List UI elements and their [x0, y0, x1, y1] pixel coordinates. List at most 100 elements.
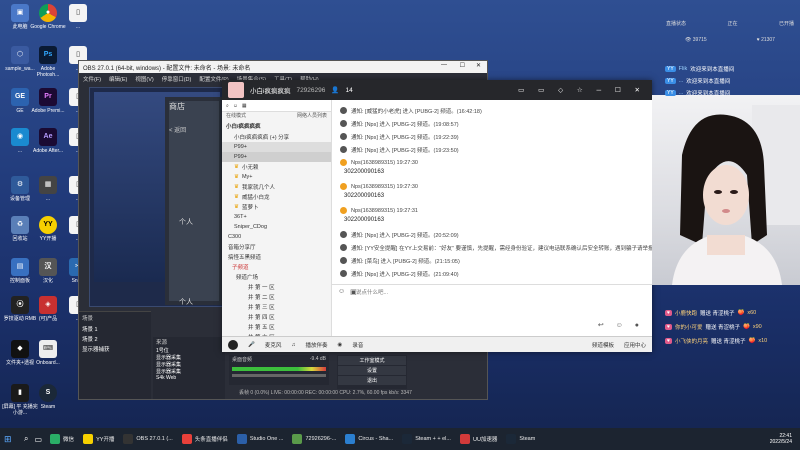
- exit-button[interactable]: 退出: [338, 376, 406, 385]
- source-item[interactable]: S4k Web: [153, 375, 225, 381]
- taskbar-app[interactable]: 头条直播伴侣: [180, 430, 230, 448]
- room-row[interactable]: 井 第 一 区: [222, 282, 331, 292]
- taskbar-app[interactable]: Studio One ...: [235, 430, 286, 448]
- member-row[interactable]: Sniper_CDog: [222, 222, 331, 232]
- room-row[interactable]: 井 第 二 区: [222, 292, 331, 302]
- taskbar-app[interactable]: UU加速器: [458, 430, 499, 448]
- taskbar-app[interactable]: OBS 27.0.1 (...: [121, 430, 174, 448]
- header-icons[interactable]: ▭ ▭ ◇ ☆ ─ ☐ ✕: [518, 86, 646, 94]
- room-row[interactable]: 井 第 三 区: [222, 302, 331, 312]
- room-row[interactable]: 井 第 五 区: [222, 322, 331, 332]
- member-row[interactable]: P99+: [222, 142, 331, 152]
- message-input[interactable]: [356, 288, 476, 298]
- channel-avatar: [228, 82, 244, 98]
- channel-template-button[interactable]: 频道模板: [592, 341, 614, 349]
- grid-icon[interactable]: ▦: [242, 103, 247, 109]
- message-row: 通知: [吐吐了个虹] 进入 [PUBG-2] 频道。(22:38:21): [340, 280, 644, 282]
- room-row[interactable]: 井 第 四 区: [222, 312, 331, 322]
- search-icon[interactable]: ⌕: [24, 434, 28, 444]
- room-name: 井 第 四 区: [248, 315, 275, 321]
- taskbar-app[interactable]: 微信: [48, 430, 76, 448]
- scene-item[interactable]: 场景 2: [79, 334, 151, 344]
- taskbar-app[interactable]: 72926296-...: [290, 430, 338, 448]
- online-mode-tab[interactable]: 在线模式: [226, 112, 246, 122]
- app-center-button[interactable]: 应用中心: [624, 341, 646, 349]
- menu-view[interactable]: 视图(V): [135, 75, 153, 83]
- obs-titlebar[interactable]: OBS 27.0.1 (64-bit, windows) - 配置文件: 未命名…: [79, 61, 487, 73]
- emoji-icon[interactable]: ☺: [338, 288, 345, 296]
- send-icons[interactable]: ↩ ☺ ●: [598, 321, 644, 329]
- close-icon[interactable]: ✕: [476, 62, 481, 69]
- member-row[interactable]: ♛ 威猛小白龙: [222, 192, 331, 202]
- message-list: 通知: [威猛的小老虎] 进入 [PUBG-2] 频道。(16:42:18) 通知…: [332, 100, 652, 282]
- gift-sender: 小飞侠的月亮: [674, 339, 708, 345]
- volume-slider[interactable]: [232, 374, 326, 377]
- back-link[interactable]: < 返回: [169, 125, 223, 135]
- channel-row[interactable]: C300: [222, 232, 331, 242]
- record-icon[interactable]: ◉: [338, 342, 343, 348]
- search-icon[interactable]: ⌕: [226, 103, 229, 109]
- taskbar-app-label: OBS 27.0.1 (...: [136, 436, 173, 442]
- scene-item[interactable]: 显示器捕获: [79, 344, 151, 354]
- member-row[interactable]: 36T+: [222, 212, 331, 222]
- taskbar-app-label: 微信: [63, 437, 75, 443]
- like-count: 21307: [761, 37, 775, 43]
- chat-text: 欢迎来到本直播间: [686, 79, 731, 85]
- member-row[interactable]: ♛ 我家就几个人: [222, 182, 331, 192]
- taskbar-app[interactable]: YY开播: [81, 430, 116, 448]
- group-name[interactable]: 小白i疯疯疯疯: [222, 122, 331, 132]
- source-item[interactable]: 显示器采集: [153, 354, 225, 361]
- channel-row[interactable]: 频道广场: [222, 272, 331, 282]
- message-row: 通知: [YY安全提醒] 在YY上交易前：“好友” 要谨慎，先提醒，需经身份验证…: [340, 241, 652, 254]
- taskbar-app[interactable]: Steam: [504, 430, 537, 448]
- record-button[interactable]: 录音: [352, 341, 363, 349]
- mic-icon[interactable]: 🎤: [248, 342, 255, 348]
- member-name: My+: [241, 174, 253, 180]
- member-row[interactable]: P99+: [222, 152, 331, 162]
- file-icon[interactable]: ▯...: [60, 4, 96, 30]
- source-item[interactable]: 1号位: [153, 347, 225, 354]
- music-icon[interactable]: ♫: [291, 342, 295, 348]
- clock[interactable]: 22:41 2022/5/24: [770, 433, 796, 445]
- gift-text: 赠送 青涩桃子: [710, 339, 746, 345]
- maximize-icon[interactable]: ☐: [460, 62, 465, 69]
- user-message-icon: [340, 159, 347, 166]
- user-message-icon: [340, 183, 347, 190]
- taskbar-app-label: Circus - Sha...: [358, 436, 394, 442]
- user-icon[interactable]: ☺: [233, 103, 238, 109]
- steam-icon[interactable]: S Steam: [30, 384, 66, 410]
- accompaniment-button[interactable]: 播放伴奏: [306, 341, 328, 349]
- taskbar-app[interactable]: Circus - Sha...: [343, 430, 395, 448]
- member-row[interactable]: ♛ My+: [222, 172, 331, 182]
- channel-row[interactable]: 搞怪五黑频道: [222, 252, 331, 262]
- onboard-icon[interactable]: ⌨ Onboard...: [30, 340, 66, 366]
- room-name: 井 第 五 区: [248, 325, 275, 331]
- studio-mode-button[interactable]: 工作室模式: [338, 356, 406, 365]
- crown-icon: ♛: [234, 204, 239, 210]
- start-button-icon[interactable]: ⊞: [4, 434, 18, 445]
- member-row[interactable]: 小白i疯疯疯疯 (+) 分享: [222, 132, 331, 142]
- stream-status-label: 直播状态: [666, 21, 687, 27]
- mic-toggle-icon[interactable]: [228, 339, 238, 350]
- channel-name: 音箱分享厅: [228, 245, 256, 251]
- minimize-icon[interactable]: —: [441, 62, 447, 68]
- task-view-icon[interactable]: ▭: [34, 435, 42, 444]
- menu-file[interactable]: 文件(F): [83, 75, 101, 83]
- source-item[interactable]: 显示器采集: [153, 368, 225, 375]
- channel-row[interactable]: 音箱分享厅: [222, 242, 331, 252]
- gift-count: x60: [747, 310, 757, 316]
- menu-docks[interactable]: 停靠窗口(D): [162, 75, 192, 83]
- settings-button[interactable]: 设置: [338, 366, 406, 375]
- scene-item[interactable]: 场景 1: [79, 324, 151, 334]
- message-content: 302200090163: [344, 169, 385, 175]
- member-row[interactable]: ♛ 小无赖: [222, 162, 331, 172]
- member-list-tab[interactable]: 网络人员列表: [297, 112, 327, 122]
- yy-channel-window[interactable]: 小白i疯疯疯疯 72926296 👤 14 ▭ ▭ ◇ ☆ ─ ☐ ✕ ⌕ ☺ …: [222, 80, 652, 352]
- user-count-icon: 👤: [331, 87, 340, 94]
- taskbar-app[interactable]: Steam + + el...: [400, 430, 453, 448]
- taskbar-app-label: Steam + + el...: [415, 436, 451, 442]
- menu-edit[interactable]: 编辑(E): [109, 75, 127, 83]
- member-row[interactable]: ♛ 蓝萝卜: [222, 202, 331, 212]
- channel-row[interactable]: 子频道: [222, 262, 331, 272]
- source-item[interactable]: 显示器采集: [153, 361, 225, 368]
